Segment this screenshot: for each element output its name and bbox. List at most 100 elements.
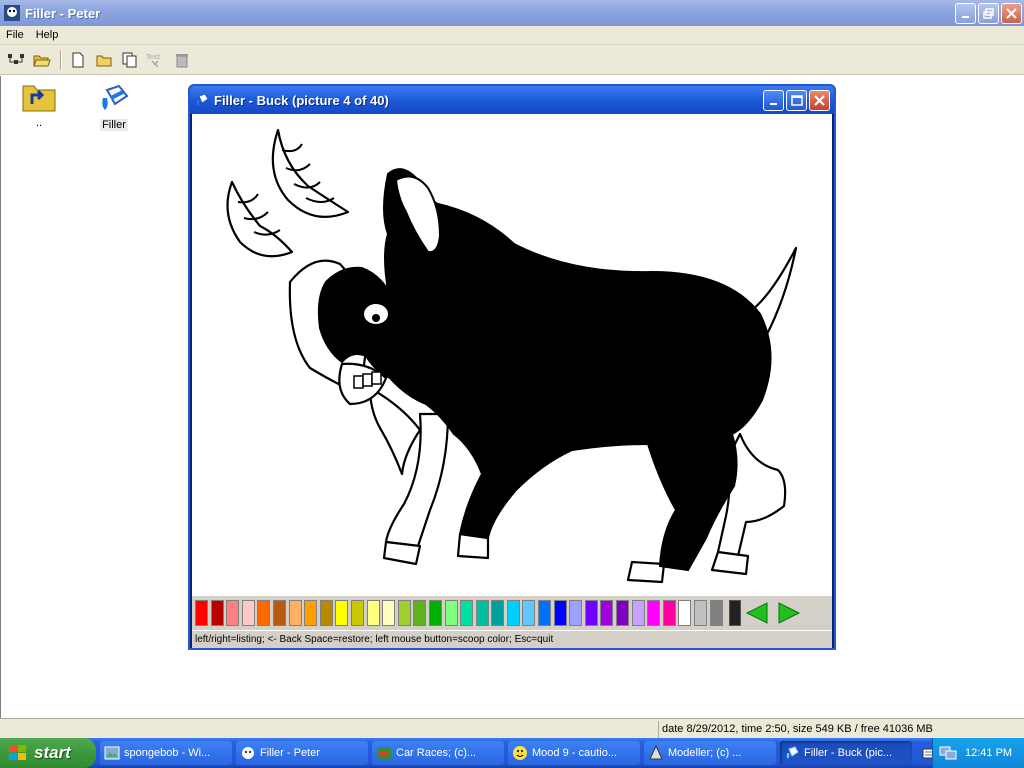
new-file-button[interactable] (66, 48, 90, 72)
task-spongebob[interactable]: spongebob - Wi... (100, 741, 232, 765)
car-icon (377, 747, 391, 759)
copy-button[interactable] (118, 48, 142, 72)
menu-help[interactable]: Help (30, 29, 65, 41)
image-viewer-icon (104, 746, 120, 760)
toolbar-separator (60, 49, 62, 70)
clock[interactable]: 12:41 PM (965, 747, 1012, 759)
picture-window: Filler - Buck (picture 4 of 40) left/rig… (188, 84, 836, 650)
filler-item[interactable]: Filler (84, 82, 144, 131)
color-swatch[interactable] (366, 600, 380, 626)
color-swatch[interactable] (460, 600, 474, 626)
task-label: Filler - Peter (260, 747, 320, 759)
status-bar: date 8/29/2012, time 2:50, size 549 KB /… (0, 718, 1024, 738)
color-swatch[interactable] (569, 600, 583, 626)
task-mood[interactable]: Mood 9 - cautio... (508, 741, 640, 765)
tree-button[interactable] (4, 48, 28, 72)
color-swatch[interactable] (304, 600, 318, 626)
paint-bucket-small-icon (196, 93, 209, 106)
color-swatch[interactable] (350, 600, 364, 626)
task-label: Mood 9 - cautio... (532, 747, 617, 759)
task-label: Filler - Buck (pic... (804, 747, 893, 759)
minimize-button[interactable] (955, 3, 976, 24)
up-folder-icon (22, 85, 56, 112)
app-icon (242, 747, 254, 759)
color-swatch[interactable] (600, 600, 614, 626)
paint-bucket-icon (102, 84, 129, 110)
filmstrip-icon[interactable] (729, 600, 742, 626)
taskbar: start spongebob - Wi... Filler - Peter C… (0, 738, 1024, 768)
picture-minimize-button[interactable] (763, 90, 784, 111)
color-swatch[interactable] (678, 600, 692, 626)
next-arrow-icon[interactable] (775, 601, 801, 625)
previous-arrow-icon[interactable] (745, 601, 771, 625)
picture-maximize-button[interactable] (786, 90, 807, 111)
color-swatch[interactable] (553, 600, 567, 626)
up-folder-label: .. (35, 117, 43, 129)
color-swatch[interactable] (288, 600, 302, 626)
maximize-icon (790, 94, 803, 106)
task-filler-peter[interactable]: Filler - Peter (236, 741, 368, 765)
network-icon[interactable] (939, 745, 957, 761)
text-button[interactable]: Text (144, 48, 168, 72)
color-swatch[interactable] (272, 600, 286, 626)
task-label: Car Races; (c)... (396, 747, 477, 759)
color-swatch[interactable] (428, 600, 442, 626)
color-swatch[interactable] (538, 600, 552, 626)
new-folder-button[interactable] (92, 48, 116, 72)
color-swatch[interactable] (335, 600, 349, 626)
color-swatch[interactable] (584, 600, 598, 626)
color-swatch[interactable] (413, 600, 427, 626)
system-tray: 12:41 PM (932, 738, 1024, 768)
color-swatch[interactable] (475, 600, 489, 626)
file-info: date 8/29/2012, time 2:50, size 549 KB /… (658, 721, 1024, 738)
start-button[interactable]: start (0, 738, 96, 768)
close-icon (814, 95, 825, 106)
task-modeller[interactable]: Modeller; (c) ... (644, 741, 776, 765)
color-swatch[interactable] (382, 600, 396, 626)
text-icon: Text (146, 53, 160, 68)
color-swatch[interactable] (226, 600, 240, 626)
color-swatch[interactable] (210, 600, 224, 626)
app-icon (4, 5, 20, 21)
color-swatch[interactable] (319, 600, 333, 626)
up-folder-item[interactable]: .. (9, 82, 69, 129)
picture-close-button[interactable] (809, 90, 830, 111)
color-swatch[interactable] (522, 600, 536, 626)
color-swatch[interactable] (662, 600, 676, 626)
toolbar: Text (0, 45, 1024, 75)
filler-label: Filler (100, 119, 128, 131)
open-folder-icon (33, 55, 51, 66)
color-swatch[interactable] (694, 600, 707, 626)
restore-button[interactable] (978, 3, 999, 24)
color-swatch[interactable] (195, 600, 208, 626)
color-swatch[interactable] (709, 600, 723, 626)
window-title: Filler - Peter (25, 5, 101, 21)
color-swatch[interactable] (647, 600, 661, 626)
color-swatch[interactable] (506, 600, 520, 626)
minimize-icon (961, 15, 969, 18)
svg-text:Text: Text (146, 53, 160, 61)
color-swatch[interactable] (491, 600, 505, 626)
color-swatch[interactable] (631, 600, 645, 626)
menu-bar: File Help (0, 26, 1024, 45)
keyboard-hint: left/right=listing; <- Back Space=restor… (192, 630, 832, 648)
picture-window-title-bar: Filler - Buck (picture 4 of 40) (190, 86, 834, 114)
color-swatch[interactable] (444, 600, 458, 626)
close-button[interactable] (1001, 3, 1022, 24)
color-swatch[interactable] (257, 600, 271, 626)
restore-icon (982, 7, 994, 19)
color-swatch[interactable] (241, 600, 255, 626)
task-car-races[interactable]: Car Races; (c)... (372, 741, 504, 765)
minimize-icon (769, 102, 777, 105)
new-folder-icon (96, 55, 112, 66)
paint-bucket-icon (786, 746, 799, 759)
task-filler-buck[interactable]: Filler - Buck (pic... (780, 741, 912, 765)
color-swatch[interactable] (616, 600, 630, 626)
delete-button[interactable] (170, 48, 194, 72)
tree-icon (8, 53, 24, 64)
open-folder-button[interactable] (30, 48, 54, 72)
coloring-canvas[interactable] (192, 114, 832, 596)
color-swatch[interactable] (397, 600, 411, 626)
menu-file[interactable]: File (0, 29, 30, 41)
task-label: spongebob - Wi... (124, 747, 211, 759)
